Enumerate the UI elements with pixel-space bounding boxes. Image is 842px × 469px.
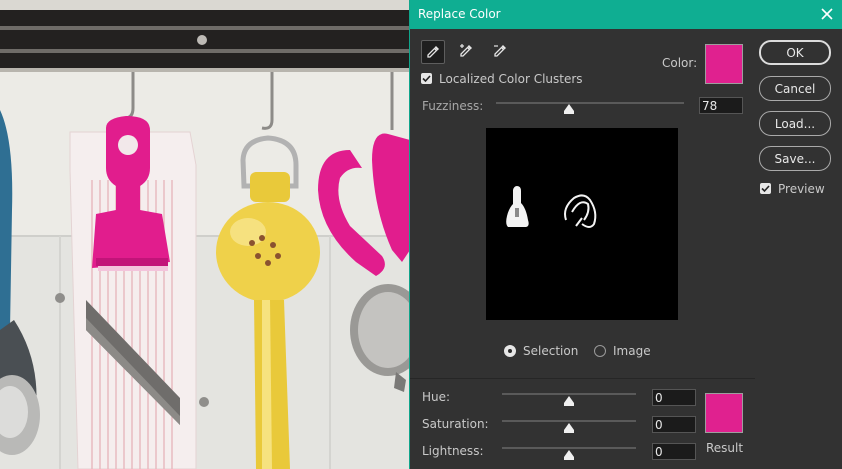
localized-clusters-label: Localized Color Clusters [439,72,583,86]
saturation-input[interactable]: 0 [652,416,696,433]
fuzziness-label: Fuzziness: [422,99,484,113]
saturation-slider[interactable] [502,420,636,422]
ok-button[interactable]: OK [759,40,831,65]
lightness-slider[interactable] [502,447,636,449]
close-icon[interactable] [817,4,837,24]
saturation-label: Saturation: [422,417,489,431]
background-photo [0,0,410,469]
result-swatch[interactable] [705,393,743,433]
eyedropper-minus-icon[interactable] [489,40,511,62]
cancel-button[interactable]: Cancel [759,76,831,101]
preview-label: Preview [778,182,825,196]
result-label: Result [706,441,744,455]
save-button[interactable]: Save... [759,146,831,171]
replace-color-dialog: Replace Color Color: Localized Color Clu… [409,0,842,469]
fuzziness-slider-thumb[interactable] [564,104,575,114]
color-label: Color: [662,56,698,70]
fuzziness-slider[interactable] [496,102,684,104]
load-button[interactable]: Load... [759,111,831,136]
hue-input[interactable]: 0 [652,389,696,406]
image-label: Image [613,344,651,358]
lightness-input[interactable]: 0 [652,443,696,460]
dialog-title: Replace Color [418,7,501,21]
lightness-label: Lightness: [422,444,484,458]
dialog-titlebar[interactable]: Replace Color [410,0,842,29]
hue-slider[interactable] [502,393,636,395]
saturation-slider-thumb[interactable] [564,423,574,433]
lightness-slider-thumb[interactable] [564,450,574,460]
preview-checkbox[interactable] [760,183,771,194]
image-radio[interactable] [594,345,606,357]
color-swatch[interactable] [705,44,743,84]
fuzziness-input[interactable]: 78 [699,97,743,114]
selection-label: Selection [523,344,579,358]
eyedropper-plus-icon[interactable] [455,40,477,62]
localized-clusters-checkbox[interactable] [421,73,432,84]
section-divider [410,378,755,379]
hue-label: Hue: [422,390,451,404]
selection-radio[interactable] [504,345,516,357]
hue-slider-thumb[interactable] [564,396,574,406]
eyedropper-icon[interactable] [421,40,445,64]
selection-preview [486,128,678,320]
